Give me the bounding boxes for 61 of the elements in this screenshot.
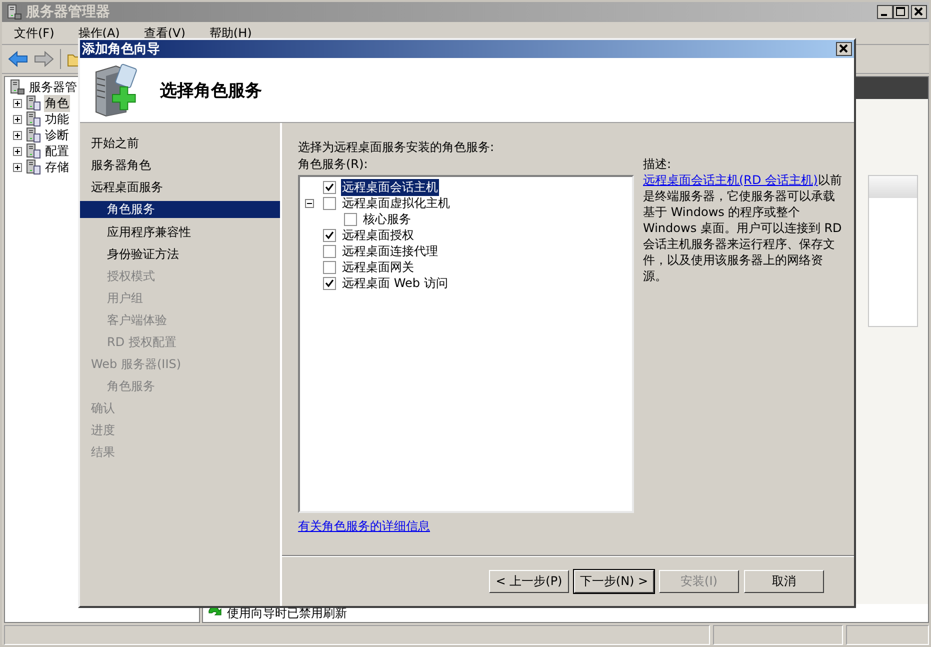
window-title: 服务器管理器 — [26, 3, 111, 21]
wizard-step[interactable]: 角色服务 — [80, 201, 280, 218]
checkbox[interactable] — [323, 180, 336, 194]
wizard-button[interactable]: 取消 — [744, 570, 824, 592]
tree-item[interactable]: 角色 — [44, 94, 70, 112]
page-heading: 选择角色服务 — [160, 80, 262, 102]
wizard-step[interactable]: 开始之前 — [80, 135, 280, 151]
tree-item[interactable]: 存储 — [44, 158, 70, 176]
role-service-item[interactable]: 远程桌面会话主机 — [341, 178, 439, 196]
role-service-item[interactable]: 远程桌面网关 — [341, 258, 415, 276]
instruction-text: 选择为远程桌面服务安装的角色服务: — [298, 139, 496, 156]
tree-item[interactable]: 服务器管 — [28, 78, 78, 96]
checkbox[interactable] — [344, 212, 357, 226]
forward-arrow-icon[interactable] — [34, 51, 54, 67]
server-icon — [6, 4, 22, 20]
role-service-item[interactable]: 远程桌面 Web 访问 — [341, 274, 449, 292]
wizard-button[interactable]: 下一步(N) > — [574, 570, 654, 592]
close-icon[interactable] — [836, 42, 852, 56]
server-icon — [25, 159, 41, 175]
menu-item[interactable]: 帮助(H) — [209, 24, 252, 42]
role-service-item[interactable]: 远程桌面授权 — [341, 226, 415, 244]
menu-item[interactable]: 查看(V) — [144, 24, 186, 42]
close-icon[interactable] — [911, 5, 927, 19]
checkbox[interactable] — [323, 260, 336, 274]
wizard-step[interactable]: 远程桌面服务 — [80, 179, 280, 195]
wizard-step[interactable]: 应用程序兼容性 — [80, 224, 280, 240]
expand-icon[interactable] — [13, 130, 22, 140]
server-icon — [25, 111, 41, 127]
back-arrow-icon[interactable] — [8, 51, 28, 67]
server-icon — [25, 95, 41, 111]
wizard-button[interactable]: < 上一步(P) — [489, 570, 569, 592]
server-icon — [25, 127, 41, 143]
menu-item[interactable]: 操作(A) — [78, 24, 120, 42]
tree-item[interactable]: 功能 — [44, 110, 70, 128]
description-link[interactable]: 远程桌面会话主机(RD 会话主机) — [643, 173, 818, 187]
collapse-icon[interactable] — [305, 198, 314, 208]
wizard-step[interactable]: 服务器角色 — [80, 157, 280, 173]
checkbox[interactable] — [323, 244, 336, 258]
expand-icon[interactable] — [13, 146, 22, 156]
expand-icon[interactable] — [13, 114, 22, 124]
checkbox[interactable] — [323, 228, 336, 242]
list-label: 角色服务(R): — [298, 156, 369, 173]
tree-item[interactable]: 配置 — [44, 142, 70, 160]
expand-icon[interactable] — [13, 162, 22, 172]
wizard-step[interactable]: 身份验证方法 — [80, 246, 280, 262]
role-service-item[interactable]: 远程桌面连接代理 — [341, 242, 439, 260]
menu-item[interactable]: 文件(F) — [14, 24, 54, 42]
minimize-icon[interactable] — [877, 5, 893, 19]
server-icon — [25, 143, 41, 159]
maximize-icon[interactable] — [893, 5, 909, 19]
expand-icon[interactable] — [13, 98, 22, 108]
checkbox[interactable] — [323, 196, 336, 210]
role-service-item[interactable]: 远程桌面虚拟化主机 — [341, 194, 451, 212]
role-service-item[interactable]: 核心服务 — [362, 210, 412, 228]
description-label: 描述: — [643, 156, 672, 172]
more-info-link[interactable]: 有关角色服务的详细信息 — [298, 518, 430, 535]
server-icon — [9, 79, 25, 95]
dialog-title: 添加角色向导 — [82, 41, 160, 58]
checkbox[interactable] — [323, 276, 336, 290]
description-text: 远程桌面会话主机(RD 会话主机)以前是终端服务器，它使服务器可以承载基于 Windows 的程序或整个 Windows 桌面。用户可以连接到 RD 会话主机服务器来运行程序、保存文件，以及使用该服务器上的网络资源。 — [643, 172, 843, 284]
tree-item[interactable]: 诊断 — [44, 126, 70, 144]
